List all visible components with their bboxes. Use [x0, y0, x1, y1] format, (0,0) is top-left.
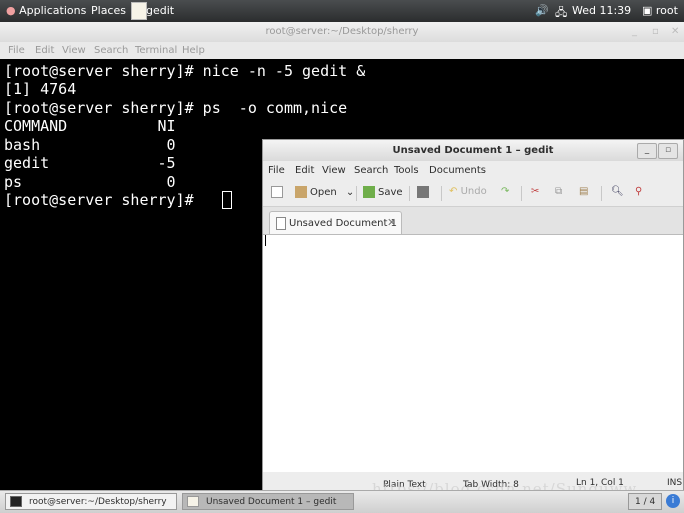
- replace-button[interactable]: ⚲: [635, 186, 642, 197]
- active-app-menu[interactable]: gedit: [146, 4, 174, 17]
- gedit-menubar: File Edit View Search Tools Documents: [263, 161, 683, 179]
- find-button[interactable]: 🔍︎: [611, 186, 624, 197]
- cut-button[interactable]: ✂: [531, 186, 539, 197]
- terminal-cursor: [222, 191, 232, 209]
- redo-icon: ↷: [501, 186, 510, 197]
- terminal-menu-view[interactable]: View: [62, 45, 86, 56]
- text-caret: [265, 235, 266, 246]
- chevron-down-icon: ⌄: [345, 187, 355, 198]
- magnifier-icon: 🔍︎: [611, 186, 624, 197]
- top-panel: ● Applications Places gedit 🔊 🖧 Wed 11:3…: [0, 0, 684, 22]
- open-label: Open: [310, 187, 337, 198]
- terminal-menu-help[interactable]: Help: [182, 45, 205, 56]
- toolbar-separator: [521, 186, 522, 201]
- redo-button[interactable]: ↷: [501, 186, 509, 197]
- task-gedit-label: Unsaved Document 1 – gedit: [206, 497, 337, 507]
- gedit-menu-file[interactable]: File: [268, 165, 285, 176]
- terminal-menu-terminal[interactable]: Terminal: [135, 45, 177, 56]
- terminal-line: [root@server sherry]# nice -n -5 gedit &: [4, 62, 366, 80]
- undo-icon: ↶: [449, 186, 458, 197]
- gedit-menu-documents[interactable]: Documents: [429, 165, 486, 176]
- task-terminal-label: root@server:~/Desktop/sherry: [29, 497, 167, 507]
- print-button[interactable]: [417, 186, 432, 198]
- gedit-window: Unsaved Document 1 – gedit _ ▫ File Edit…: [262, 139, 684, 491]
- gedit-menu-tools[interactable]: Tools: [394, 165, 419, 176]
- network-icon[interactable]: 🖧: [555, 4, 567, 23]
- maximize-icon[interactable]: ▫: [652, 22, 659, 42]
- applications-label: Applications: [19, 4, 87, 17]
- applications-menu[interactable]: ● Applications: [6, 4, 86, 17]
- gedit-title: Unsaved Document 1 – gedit: [392, 145, 554, 156]
- volume-icon[interactable]: 🔊: [535, 4, 549, 17]
- terminal-menubar: File Edit View Search Terminal Help: [0, 42, 684, 59]
- maximize-icon[interactable]: ▫: [658, 143, 678, 159]
- gedit-menu-edit[interactable]: Edit: [295, 165, 314, 176]
- terminal-line: gedit -5: [4, 154, 176, 172]
- document-tab-label: Unsaved Document 1: [289, 218, 397, 229]
- terminal-menu-search[interactable]: Search: [94, 45, 128, 56]
- folder-icon: [295, 186, 307, 198]
- insert-mode: INS: [667, 478, 683, 488]
- open-button[interactable]: Open ⌄: [295, 186, 354, 198]
- gedit-menu-search[interactable]: Search: [354, 165, 388, 176]
- user-menu[interactable]: ▣ root: [642, 4, 678, 17]
- minimize-icon[interactable]: _: [637, 143, 657, 159]
- user-label: root: [655, 4, 678, 17]
- clock[interactable]: Wed 11:39: [572, 4, 631, 17]
- minimize-icon[interactable]: _: [632, 22, 637, 42]
- copy-button[interactable]: ⧉: [555, 186, 562, 197]
- toolbar-separator: [601, 186, 602, 201]
- task-terminal[interactable]: root@server:~/Desktop/sherry: [5, 493, 177, 510]
- terminal-menu-edit[interactable]: Edit: [35, 45, 54, 56]
- close-tab-icon[interactable]: ✕: [387, 216, 396, 229]
- save-icon: [363, 186, 375, 198]
- notification-icon[interactable]: i: [666, 494, 680, 508]
- terminal-line: ps 0: [4, 173, 176, 191]
- terminal-line: [root@server sherry]#: [4, 191, 203, 209]
- gedit-text-area[interactable]: [263, 234, 683, 472]
- toolbar-separator: [441, 186, 442, 201]
- undo-label: Undo: [460, 186, 487, 197]
- document-icon: [276, 217, 286, 230]
- document-tab[interactable]: Unsaved Document 1 ✕: [269, 211, 402, 234]
- paste-button[interactable]: ▤: [579, 186, 588, 197]
- undo-button[interactable]: ↶ Undo: [449, 186, 487, 197]
- gedit-toolbar: Open ⌄ Save ↶ Undo ↷ ✂ ⧉ ▤ 🔍︎ ⚲: [263, 180, 683, 207]
- terminal-icon: [10, 496, 22, 507]
- replace-icon: ⚲: [635, 186, 643, 197]
- gedit-menu-view[interactable]: View: [322, 165, 346, 176]
- save-label: Save: [378, 187, 403, 198]
- toolbar-separator: [409, 186, 410, 201]
- workspace-label: 1 / 4: [635, 497, 656, 507]
- new-document-button[interactable]: [271, 186, 286, 198]
- paste-icon: ▤: [579, 186, 589, 197]
- user-icon: ▣: [642, 4, 653, 17]
- terminal-menu-file[interactable]: File: [8, 45, 25, 56]
- gedit-titlebar[interactable]: Unsaved Document 1 – gedit _ ▫: [263, 140, 683, 161]
- scissors-icon: ✂: [531, 186, 540, 197]
- terminal-line: [1] 4764: [4, 80, 77, 98]
- workspace-indicator[interactable]: 1 / 4: [628, 493, 662, 510]
- copy-icon: ⧉: [555, 186, 563, 197]
- gedit-icon: [187, 496, 199, 507]
- new-document-icon: [271, 186, 283, 198]
- terminal-line: [root@server sherry]# ps -o comm,nice: [4, 99, 348, 117]
- gedit-tabstrip: Unsaved Document 1 ✕: [263, 207, 683, 234]
- terminal-line: bash 0: [4, 136, 176, 154]
- bottom-taskbar: root@server:~/Desktop/sherry Unsaved Doc…: [0, 490, 684, 513]
- terminal-line: COMMAND NI: [4, 117, 176, 135]
- close-icon[interactable]: ✕: [671, 22, 679, 42]
- save-button[interactable]: Save: [363, 186, 403, 198]
- printer-icon: [417, 186, 429, 198]
- gnome-foot-icon: ●: [6, 4, 16, 17]
- places-menu[interactable]: Places: [91, 4, 126, 17]
- terminal-title: root@server:~/Desktop/sherry: [265, 26, 419, 37]
- task-gedit[interactable]: Unsaved Document 1 – gedit: [182, 493, 354, 510]
- gedit-app-icon: [131, 2, 147, 20]
- toolbar-separator: [356, 186, 357, 201]
- terminal-titlebar[interactable]: root@server:~/Desktop/sherry _ ▫ ✕: [0, 22, 684, 42]
